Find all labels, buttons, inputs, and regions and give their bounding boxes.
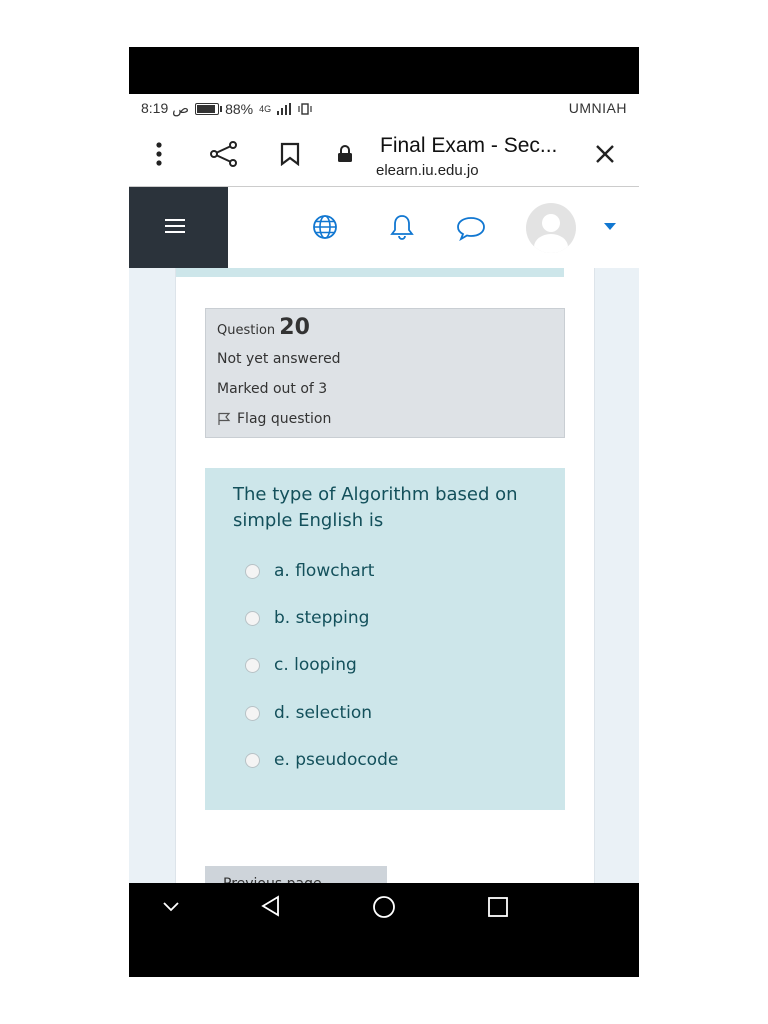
radio-button[interactable] [245,563,260,579]
answer-option-c[interactable]: c. looping [245,655,357,675]
browser-toolbar: Final Exam - Sec... elearn.iu.edu.jo [129,122,639,187]
answer-label[interactable]: c. looping [274,655,357,675]
chevron-down-icon[interactable] [163,902,179,912]
page-content: Question 20 Not yet answered Marked out … [129,268,639,883]
carrier-name: UMNIAH [568,100,627,116]
answer-option-d[interactable]: d. selection [245,703,372,723]
answer-label[interactable]: e. pseudocode [274,750,398,770]
radio-button[interactable] [245,610,260,626]
answer-option-e[interactable]: e. pseudocode [245,750,398,770]
question-info: Question 20 Not yet answered Marked out … [205,308,565,438]
question-state: Not yet answered [217,351,341,367]
network-label: 4G [259,103,272,114]
caret-down-icon[interactable] [604,223,616,231]
close-icon[interactable] [595,144,615,164]
phone-screen: 8:19 ص 88% 4G UMNIAH Final Exam - Sec...… [129,47,639,977]
signal-icon [277,102,292,115]
avatar[interactable] [526,203,576,253]
answer-option-b[interactable]: b. stepping [245,608,369,628]
question-number: 20 [279,315,310,340]
globe-icon[interactable] [311,213,339,241]
question-card: Question 20 Not yet answered Marked out … [175,268,595,883]
flag-icon [218,412,231,425]
page-host[interactable]: elearn.iu.edu.jo [376,162,479,179]
previous-question-strip [176,268,564,277]
status-bar: 8:19 ص 88% 4G UMNIAH [129,94,639,122]
flag-question-label: Flag question [237,411,332,427]
answer-label[interactable]: a. flowchart [274,561,374,581]
flag-question-link[interactable]: Flag question [217,411,331,427]
home-icon[interactable] [372,895,396,919]
page-title[interactable]: Final Exam - Sec... [380,134,557,158]
radio-button[interactable] [245,705,260,721]
question-number-line: Question 20 [217,315,310,340]
share-icon[interactable] [209,141,239,167]
bell-icon[interactable] [390,213,414,241]
answer-label[interactable]: b. stepping [274,608,369,628]
question-body: The type of Algorithm based on simple En… [205,468,565,810]
lock-icon [338,145,352,162]
more-vert-icon[interactable] [155,142,163,166]
question-text: The type of Algorithm based on simple En… [233,484,518,531]
question-marks: Marked out of 3 [217,381,328,397]
chat-icon[interactable] [455,215,487,241]
android-nav-bar [129,883,639,977]
battery-icon [195,102,223,115]
status-time: 8:19 ص [141,100,190,116]
menu-icon[interactable] [129,187,228,268]
vibrate-icon [298,102,312,115]
answer-label[interactable]: d. selection [274,703,372,723]
bookmark-icon[interactable] [280,142,300,166]
back-icon[interactable] [260,895,280,917]
radio-button[interactable] [245,657,260,673]
radio-button[interactable] [245,752,260,768]
battery-percent: 88% [225,100,254,117]
recents-icon[interactable] [487,896,509,918]
previous-page-button[interactable]: Previous page [205,866,387,883]
answer-option-a[interactable]: a. flowchart [245,561,374,581]
question-label: Question [217,323,276,338]
site-navbar [129,187,639,268]
